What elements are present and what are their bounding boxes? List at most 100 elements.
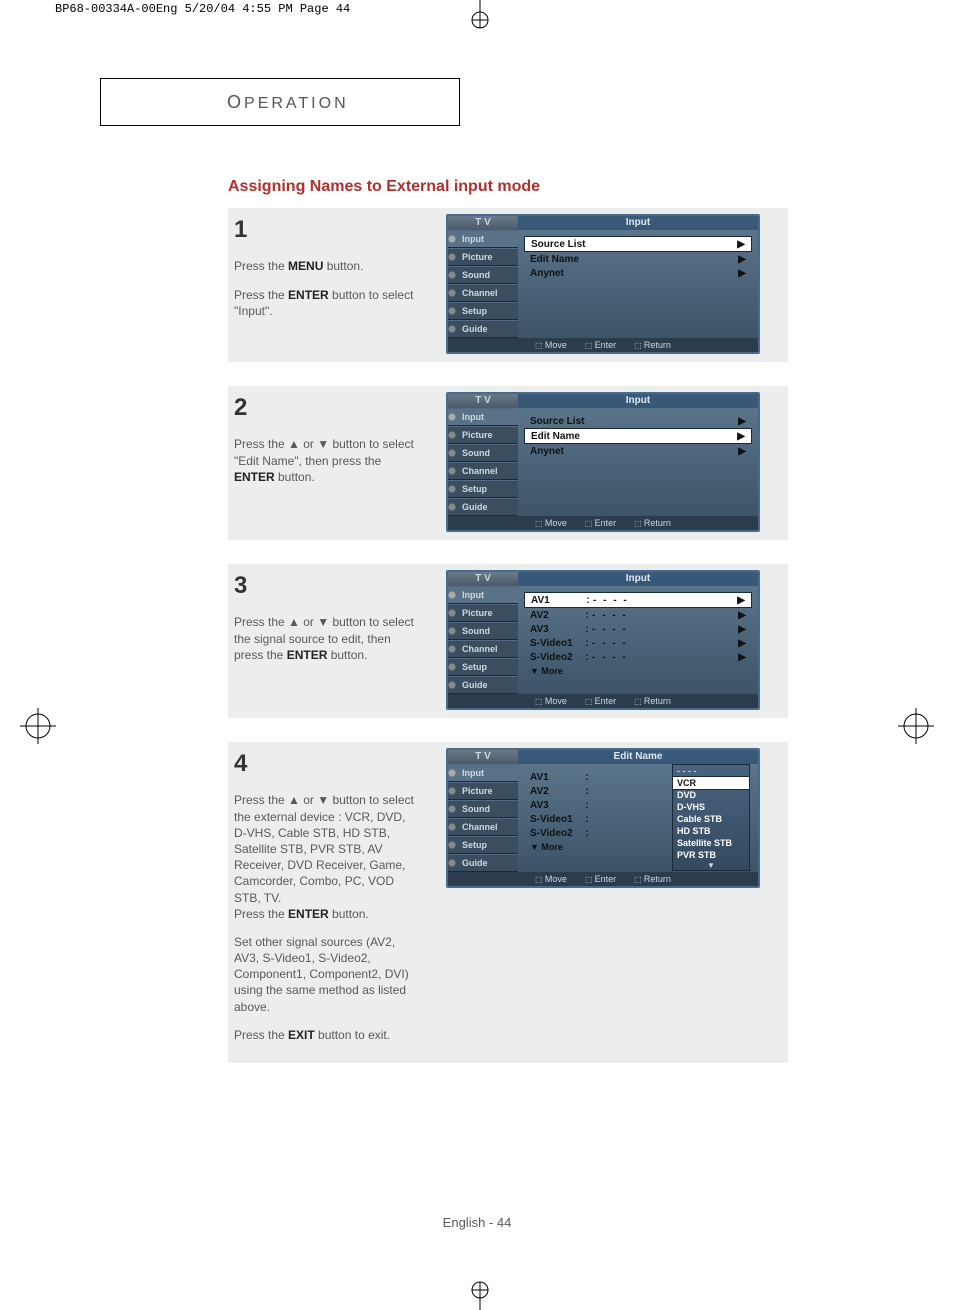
osd-main: Source List▶ Edit Name▶ Anynet▶ [518, 230, 758, 338]
osd-title: Input [518, 394, 758, 408]
osd-footer-return: Return [634, 696, 671, 706]
osd-row-svideo1[interactable]: S-Video1:- - - -▶ [524, 636, 752, 650]
osd-body: Input Picture Sound Channel Setup Guide … [448, 230, 758, 338]
osd-row-edit-name[interactable]: Edit Name▶ [524, 252, 752, 266]
osd-row-anynet[interactable]: Anynet▶ [524, 444, 752, 458]
osd-panel: T V Input Input Picture Sound Channel Se… [446, 214, 760, 354]
osd-footer: Move Enter Return [448, 338, 758, 352]
chevron-right-icon: ▶ [734, 268, 746, 279]
osd-side-guide[interactable]: Guide [448, 676, 518, 694]
page: BP68-00334A-00Eng 5/20/04 4:55 PM Page 4… [0, 0, 954, 1310]
chevron-right-icon: ▶ [733, 431, 745, 442]
osd-side-input[interactable]: Input [448, 586, 518, 604]
osd-side-picture[interactable]: Picture [448, 248, 518, 266]
step-1-osd: T V Input Input Picture Sound Channel Se… [426, 214, 780, 354]
osd-topbar: T V Input [448, 394, 758, 408]
osd-side-channel[interactable]: Channel [448, 640, 518, 658]
osd-side-setup[interactable]: Setup [448, 480, 518, 498]
osd-side-menu: Input Picture Sound Channel Setup Guide [448, 230, 518, 338]
osd-side-sound[interactable]: Sound [448, 266, 518, 284]
osd-side-guide[interactable]: Guide [448, 854, 518, 872]
osd-side-channel[interactable]: Channel [448, 818, 518, 836]
chevron-right-icon: ▶ [733, 239, 745, 250]
osd-title: Edit Name [518, 750, 758, 764]
osd-footer-enter: Enter [585, 340, 616, 350]
osd-side-setup[interactable]: Setup [448, 658, 518, 676]
osd-side-guide[interactable]: Guide [448, 498, 518, 516]
crop-mark-left-icon [20, 708, 56, 744]
osd-row-source-list[interactable]: Source List▶ [524, 414, 752, 428]
chevron-right-icon: ▶ [734, 652, 746, 663]
osd-tv-label: T V [448, 750, 518, 764]
osd-side-picture[interactable]: Picture [448, 426, 518, 444]
popup-cablestb[interactable]: Cable STB [673, 813, 749, 825]
step-2-osd: T V Input Input Picture Sound Channel Se… [426, 392, 780, 532]
osd-side-menu: Input Picture Sound Channel Setup Guide [448, 408, 518, 516]
osd-footer-move: Move [535, 696, 567, 706]
osd-row-edit-name[interactable]: Edit Name▶ [524, 428, 752, 444]
osd-footer-move: Move [535, 874, 567, 884]
step-4: 4 Press the ▲ or ▼ button to select the … [228, 742, 788, 1063]
osd-main: Source List▶ Edit Name▶ Anynet▶ [518, 408, 758, 516]
osd-body: Input Picture Sound Channel Setup Guide … [448, 408, 758, 516]
osd-side-sound[interactable]: Sound [448, 800, 518, 818]
osd-side-channel[interactable]: Channel [448, 284, 518, 302]
osd-side-menu: Input Picture Sound Channel Setup Guide [448, 764, 518, 872]
osd-tv-label: T V [448, 394, 518, 408]
osd-row-av2[interactable]: AV2:- - - -▶ [524, 608, 752, 622]
osd-side-sound[interactable]: Sound [448, 444, 518, 462]
osd-title: Input [518, 216, 758, 230]
popup-dvd[interactable]: DVD [673, 789, 749, 801]
chevron-right-icon: ▶ [734, 624, 746, 635]
osd-panel: T V Input Input Picture Sound Channel Se… [446, 570, 760, 710]
osd-row-av1[interactable]: AV1:- - - -▶ [524, 592, 752, 608]
print-header: BP68-00334A-00Eng 5/20/04 4:55 PM Page 4… [55, 2, 350, 16]
popup-pvrstb[interactable]: PVR STB [673, 849, 749, 861]
osd-footer-return: Return [634, 518, 671, 528]
step-1-text: 1 Press the MENU button. Press the ENTER… [234, 214, 426, 354]
section-title: Assigning Names to External input mode [228, 178, 860, 196]
device-popup: - - - - VCR DVD D-VHS Cable STB HD STB S… [672, 764, 750, 871]
popup-satellitestb[interactable]: Satellite STB [673, 837, 749, 849]
chapter-text: OPERATION [227, 92, 349, 113]
step-3-osd: T V Input Input Picture Sound Channel Se… [426, 570, 780, 710]
osd-side-menu: Input Picture Sound Channel Setup Guide [448, 586, 518, 694]
osd-footer-enter: Enter [585, 518, 616, 528]
osd-tv-label: T V [448, 572, 518, 586]
step-3-text: 3 Press the ▲ or ▼ button to select the … [234, 570, 426, 710]
osd-side-input[interactable]: Input [448, 764, 518, 782]
osd-row-av3[interactable]: AV3:- - - -▶ [524, 622, 752, 636]
step-4-text: 4 Press the ▲ or ▼ button to select the … [234, 748, 426, 1055]
osd-row-svideo2[interactable]: S-Video2:- - - -▶ [524, 650, 752, 664]
osd-side-input[interactable]: Input [448, 230, 518, 248]
step-4-osd: T V Edit Name Input Picture Sound Channe… [426, 748, 780, 1055]
osd-topbar: T V Edit Name [448, 750, 758, 764]
osd-side-setup[interactable]: Setup [448, 836, 518, 854]
osd-footer-return: Return [634, 340, 671, 350]
popup-dvhs[interactable]: D-VHS [673, 801, 749, 813]
popup-hdstb[interactable]: HD STB [673, 825, 749, 837]
osd-side-picture[interactable]: Picture [448, 604, 518, 622]
osd-main: AV1:- - - -▶ AV2:- - - -▶ AV3:- - - -▶ S… [518, 586, 758, 694]
page-content: OPERATION Assigning Names to External in… [100, 78, 860, 1063]
osd-panel: T V Input Input Picture Sound Channel Se… [446, 392, 760, 532]
chevron-right-icon: ▶ [734, 638, 746, 649]
osd-side-setup[interactable]: Setup [448, 302, 518, 320]
osd-row-anynet[interactable]: Anynet▶ [524, 266, 752, 280]
crop-mark-bottom-icon [465, 1280, 495, 1310]
osd-side-input[interactable]: Input [448, 408, 518, 426]
chapter-heading: OPERATION [100, 78, 460, 126]
osd-footer: Move Enter Return [448, 694, 758, 708]
osd-row-source-list[interactable]: Source List▶ [524, 236, 752, 252]
crop-mark-top-icon [465, 0, 495, 30]
osd-side-guide[interactable]: Guide [448, 320, 518, 338]
osd-more[interactable]: ▼ More [524, 664, 752, 676]
osd-side-sound[interactable]: Sound [448, 622, 518, 640]
osd-side-picture[interactable]: Picture [448, 782, 518, 800]
popup-vcr[interactable]: VCR [672, 776, 750, 790]
osd-side-channel[interactable]: Channel [448, 462, 518, 480]
osd-topbar: T V Input [448, 572, 758, 586]
chevron-right-icon: ▶ [734, 610, 746, 621]
osd-footer: Move Enter Return [448, 516, 758, 530]
chevron-down-icon[interactable]: ▼ [673, 861, 749, 870]
